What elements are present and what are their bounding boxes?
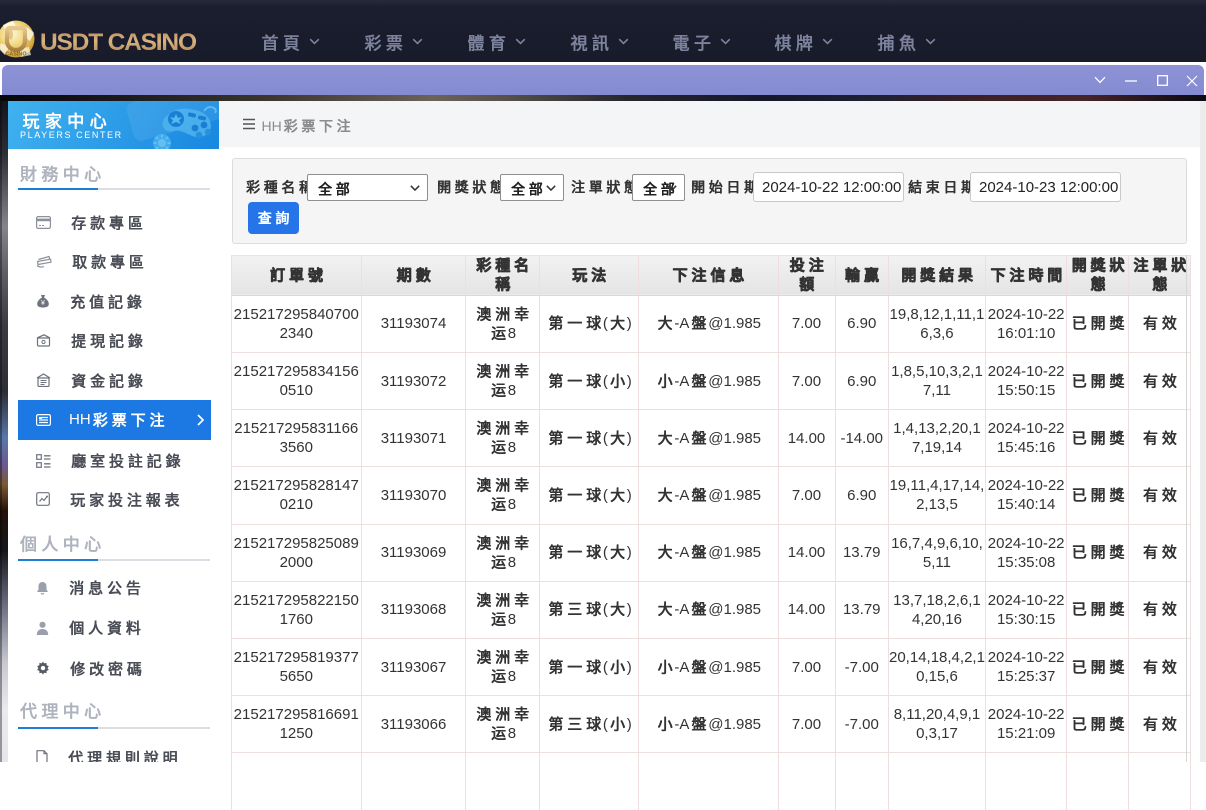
- svg-text:CASINO: CASINO: [5, 52, 27, 58]
- svg-text:¥: ¥: [41, 300, 45, 307]
- svg-text:USDT CASINO: USDT CASINO: [40, 29, 197, 56]
